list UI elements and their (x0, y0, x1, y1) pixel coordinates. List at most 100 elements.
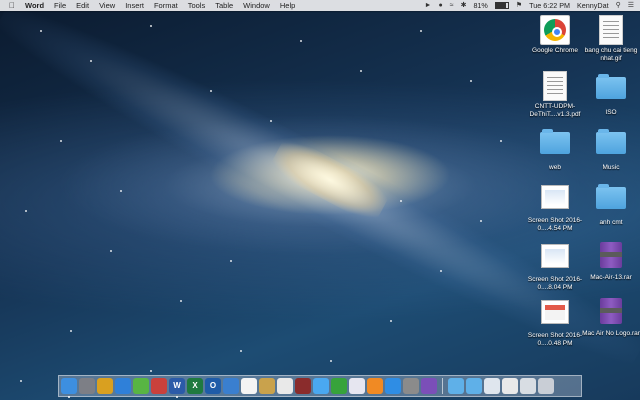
star (90, 60, 92, 62)
running-indicator (68, 396, 70, 398)
running-indicator (176, 396, 178, 398)
photo-booth-icon[interactable] (295, 378, 311, 394)
galaxy-core (267, 134, 393, 226)
desktop-icon-screenshot-1[interactable]: Screen Shot 2016-0....4.54 PM (526, 181, 584, 233)
star (500, 140, 502, 142)
battery-percent[interactable]: 81% (473, 1, 487, 10)
screenshot-stack-icon[interactable] (484, 378, 500, 394)
itunes-icon[interactable] (349, 378, 365, 394)
notes-icon[interactable] (259, 378, 275, 394)
star (440, 270, 442, 272)
desktop-icon-label: bang chu cai tieng nhat.gif (584, 47, 638, 62)
desktop-icon-folder-anh-cmt[interactable]: anh cmt (582, 181, 640, 227)
star (70, 330, 72, 332)
menu-edit[interactable]: Edit (71, 1, 94, 10)
star (480, 220, 482, 222)
folder-stack-icon[interactable] (448, 378, 464, 394)
notification-center-icon[interactable]: ☰ (628, 0, 634, 11)
star (270, 120, 272, 122)
star (120, 190, 122, 192)
screenshot-file-icon (541, 244, 569, 268)
folder-icon (596, 74, 626, 99)
desktop-icon-pdf[interactable]: CNTT-UDPM-DeThiT....v1.3.pdf (526, 71, 584, 119)
safari-icon[interactable] (115, 378, 131, 394)
star (180, 300, 182, 302)
system-preferences-icon[interactable] (403, 378, 419, 394)
folder-icon (540, 129, 570, 154)
volume-icon[interactable]: ► (425, 0, 432, 11)
star (330, 360, 332, 362)
downloads-stack-icon[interactable] (466, 378, 482, 394)
menu-view[interactable]: View (94, 1, 120, 10)
star (40, 30, 42, 32)
desktop-icon-folder-iso[interactable]: ISO (582, 71, 640, 117)
menu-tools[interactable]: Tools (183, 1, 211, 10)
document-stack-icon[interactable] (502, 378, 518, 394)
star (60, 140, 62, 142)
app-icon-blue[interactable] (223, 378, 239, 394)
clock[interactable]: Tue 6:22 PM (529, 1, 570, 10)
trash-icon[interactable] (538, 378, 554, 394)
app-icon-green[interactable] (133, 378, 149, 394)
star (25, 210, 27, 212)
desktop-icon-screenshot-2[interactable]: Screen Shot 2016-0....8.04 PM (526, 240, 584, 292)
rar-archive-icon (600, 298, 622, 324)
desktop-icon-label: Screen Shot 2016-0....0.48 PM (527, 332, 583, 347)
desktop-icon-label: Music (602, 164, 620, 171)
star (210, 90, 212, 92)
folder-icon (596, 129, 626, 154)
desktop-icon-gif[interactable]: bang chu cai tieng nhat.gif (582, 15, 640, 63)
desktop-icon-folder-music[interactable]: Music (582, 126, 640, 172)
star (390, 320, 392, 322)
ibooks-icon[interactable] (367, 378, 383, 394)
app-icon-red[interactable] (151, 378, 167, 394)
image-stack-icon[interactable] (520, 378, 536, 394)
app-store-icon[interactable] (385, 378, 401, 394)
chrome-app-icon (540, 15, 570, 45)
screenshot-file-icon (541, 185, 569, 209)
desktop-icon-rar-1[interactable]: Mac-Air-13.rar (582, 240, 640, 282)
folder-icon (596, 184, 626, 209)
desktop-icon-label: anh cmt (599, 219, 623, 226)
flag-icon[interactable]: ⚑ (516, 0, 522, 11)
battery-icon[interactable] (494, 2, 509, 9)
calendar-icon[interactable] (241, 378, 257, 394)
app-icon-yellow[interactable] (97, 378, 113, 394)
desktop-icon-label: ISO (605, 109, 617, 116)
desktop-icon-google-chrome[interactable]: Google Chrome (526, 15, 584, 55)
photos-icon[interactable] (277, 378, 293, 394)
star (400, 200, 402, 202)
desktop-icon-label: Mac Air No Logo.rar (582, 330, 640, 337)
star (240, 350, 242, 352)
search-icon[interactable]: ⚲ (616, 0, 621, 11)
image-file-icon (599, 15, 623, 45)
status-icon[interactable]: ● (438, 0, 442, 11)
menu-help[interactable]: Help (275, 1, 300, 10)
menu-format[interactable]: Format (149, 1, 183, 10)
desktop-icon-screenshot-3[interactable]: Screen Shot 2016-0....0.48 PM (526, 296, 584, 348)
menu-app-name[interactable]: Word (20, 1, 49, 10)
desktop-icon-folder-web[interactable]: web (526, 126, 584, 172)
facetime-icon[interactable] (331, 378, 347, 394)
menu-insert[interactable]: Insert (120, 1, 149, 10)
star (110, 250, 112, 252)
word-icon[interactable]: W (169, 378, 185, 398)
bluetooth-icon[interactable]: ✱ (461, 0, 467, 11)
menu-file[interactable]: File (49, 1, 71, 10)
star (150, 370, 152, 372)
menu-window[interactable]: Window (238, 1, 275, 10)
pdf-file-icon (543, 71, 567, 101)
menu-table[interactable]: Table (210, 1, 238, 10)
excel-icon[interactable]: X (187, 378, 203, 394)
launchpad-icon[interactable] (79, 378, 95, 394)
outlook-icon[interactable]: O (205, 378, 221, 394)
wifi-icon[interactable]: ≈ (450, 0, 454, 11)
desktop-icon-rar-2[interactable]: Mac Air No Logo.rar (582, 296, 640, 338)
apple-menu-icon[interactable]:  (4, 1, 20, 10)
finder-icon[interactable] (61, 378, 77, 398)
user-name[interactable]: KennyDat (577, 1, 609, 10)
star (20, 380, 22, 382)
star (420, 30, 422, 32)
app-icon-purple[interactable] (421, 378, 437, 394)
messages-icon[interactable] (313, 378, 329, 394)
